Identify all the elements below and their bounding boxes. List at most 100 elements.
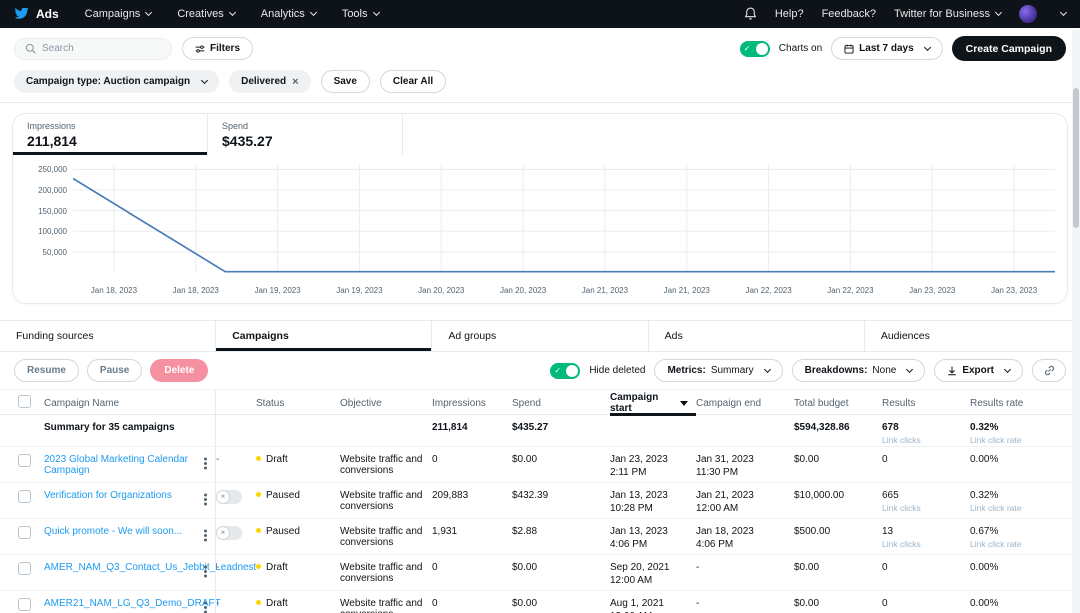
row-checkbox[interactable] — [18, 490, 31, 503]
start-date: Aug 1, 2021 — [610, 598, 688, 609]
scrollbar-thumb[interactable] — [1073, 88, 1079, 228]
tab-funding-sources[interactable]: Funding sources — [0, 321, 216, 351]
resume-button[interactable]: Resume — [14, 359, 79, 382]
tab-campaigns[interactable]: Campaigns — [216, 321, 432, 351]
campaign-name-link[interactable]: AMER21_NAM_LG_Q3_Demo_DRAFT — [44, 598, 221, 609]
tab-ads[interactable]: Ads — [649, 321, 865, 351]
help-link[interactable]: Help? — [775, 8, 804, 20]
delivered-filter-chip[interactable]: Delivered× — [229, 70, 310, 93]
campaign-name-link[interactable]: 2023 Global Marketing Calendar Campaign — [44, 454, 188, 476]
tab-audiences[interactable]: Audiences — [865, 321, 1080, 351]
nav-item-analytics[interactable]: Analytics — [261, 8, 316, 20]
header-results[interactable]: Results — [882, 398, 970, 409]
remove-chip-icon[interactable]: × — [292, 76, 298, 88]
charts-on-toggle[interactable]: ✓ — [740, 41, 770, 57]
results-sub-link[interactable]: Link clicks — [882, 539, 962, 549]
x-axis-tick-label: Jan 19, 2023 — [254, 286, 300, 295]
campaign-active-toggle[interactable]: × — [216, 526, 242, 540]
header-total-budget[interactable]: Total budget — [794, 398, 882, 409]
toggle-knob — [756, 43, 768, 55]
no-toggle-dash: - — [216, 454, 219, 465]
nav-item-tools[interactable]: Tools — [342, 8, 379, 20]
header-objective[interactable]: Objective — [340, 398, 432, 409]
summary-results: 678 Link clicks — [882, 415, 970, 445]
hide-deleted-toggle[interactable]: ✓ — [550, 363, 580, 379]
row-checkbox[interactable] — [18, 454, 31, 467]
nav-item-creatives[interactable]: Creatives — [177, 8, 234, 20]
rate-sub-link[interactable]: Link click rate — [970, 539, 1072, 549]
summary-empty-cell — [340, 415, 432, 422]
header-campaign-start-sorted[interactable]: Campaign start — [610, 390, 696, 416]
metric-card-impressions[interactable]: Impressions 211,814 — [13, 114, 208, 155]
brand[interactable]: Ads — [14, 7, 59, 21]
nav-item-label: Analytics — [261, 8, 305, 20]
breakdowns-dropdown[interactable]: Breakdowns:None — [792, 359, 926, 382]
section-tabs: Funding sources Campaigns Ad groups Ads … — [0, 320, 1080, 352]
chevron-down-icon — [310, 9, 317, 16]
status-dot — [256, 564, 261, 569]
results-rate-cell: 0.00% — [970, 591, 1080, 609]
search-box[interactable] — [14, 38, 172, 60]
header-campaign-name[interactable]: Campaign Name — [44, 398, 200, 409]
filters-button[interactable]: Filters — [182, 37, 253, 60]
filters-button-label: Filters — [210, 43, 240, 54]
header-impressions[interactable]: Impressions — [432, 398, 512, 409]
search-input[interactable] — [42, 43, 152, 54]
share-link-button[interactable] — [1032, 359, 1066, 382]
results-sub-link[interactable]: Link clicks — [882, 503, 962, 513]
row-menu-cell — [200, 447, 216, 482]
metric-card-spend[interactable]: Spend $435.27 — [208, 114, 403, 155]
row-menu-icon[interactable] — [204, 462, 207, 465]
date-range-button[interactable]: Last 7 days — [831, 37, 942, 60]
header-results-rate[interactable]: Results rate — [970, 398, 1080, 409]
summary-rate-sub[interactable]: Link click rate — [970, 435, 1072, 445]
row-menu-icon[interactable] — [204, 498, 207, 501]
table-row: Quick promote - We will soon...×PausedWe… — [0, 519, 1080, 555]
nav-item-campaigns[interactable]: Campaigns — [85, 8, 152, 20]
campaign-type-filter-chip[interactable]: Campaign type: Auction campaign — [14, 70, 219, 93]
campaign-active-toggle[interactable]: × — [216, 490, 242, 504]
select-all-checkbox[interactable] — [18, 395, 31, 408]
objective-cell: Website traffic and conversions — [340, 483, 432, 512]
clear-all-filters-button[interactable]: Clear All — [380, 70, 446, 93]
feedback-link[interactable]: Feedback? — [822, 8, 876, 20]
row-checkbox-cell — [18, 591, 44, 613]
row-menu-icon[interactable] — [204, 534, 207, 537]
y-axis-tick-label: 200,000 — [23, 186, 67, 195]
notifications-bell-icon[interactable] — [744, 7, 757, 21]
save-filters-button[interactable]: Save — [321, 70, 370, 93]
top-nav-bar: Ads Campaigns Creatives Analytics Tools … — [0, 0, 1080, 28]
delete-button[interactable]: Delete — [150, 359, 208, 382]
twitter-for-business-menu[interactable]: Twitter for Business — [894, 8, 1001, 20]
export-dropdown[interactable]: Export — [934, 359, 1023, 382]
status-dot — [256, 528, 261, 533]
header-spend[interactable]: Spend — [512, 398, 610, 409]
row-checkbox[interactable] — [18, 526, 31, 539]
x-axis-tick-label: Jan 18, 2023 — [173, 286, 219, 295]
row-checkbox[interactable] — [18, 598, 31, 611]
summary-budget: $594,328.86 — [794, 415, 882, 433]
status-dot — [256, 600, 261, 605]
header-campaign-end[interactable]: Campaign end — [696, 398, 794, 409]
campaign-name-link[interactable]: Verification for Organizations — [44, 490, 172, 501]
row-menu-icon[interactable] — [204, 570, 207, 573]
summary-empty-cell — [256, 415, 340, 422]
pause-button[interactable]: Pause — [87, 359, 142, 382]
campaign-name-link[interactable]: Quick promote - We will soon... — [44, 526, 182, 537]
header-status[interactable]: Status — [256, 398, 340, 409]
summary-results-sub[interactable]: Link clicks — [882, 435, 962, 445]
row-toggle-cell: × — [216, 483, 256, 504]
nav-item-label: Creatives — [177, 8, 223, 20]
rate-sub-link[interactable]: Link click rate — [970, 503, 1072, 513]
summary-results-value: 678 — [882, 422, 962, 433]
tab-ad-groups[interactable]: Ad groups — [432, 321, 648, 351]
row-menu-icon[interactable] — [204, 606, 207, 609]
campaign-end-cell: Jan 31, 202311:30 PM — [696, 447, 794, 478]
metrics-dropdown[interactable]: Metrics:Summary — [654, 359, 782, 382]
row-checkbox[interactable] — [18, 562, 31, 575]
create-campaign-button[interactable]: Create Campaign — [952, 36, 1066, 61]
account-chevron-down-icon[interactable] — [1060, 9, 1067, 16]
avatar[interactable] — [1019, 5, 1037, 23]
scrollbar-track[interactable] — [1072, 30, 1080, 613]
date-range-label: Last 7 days — [859, 43, 913, 54]
